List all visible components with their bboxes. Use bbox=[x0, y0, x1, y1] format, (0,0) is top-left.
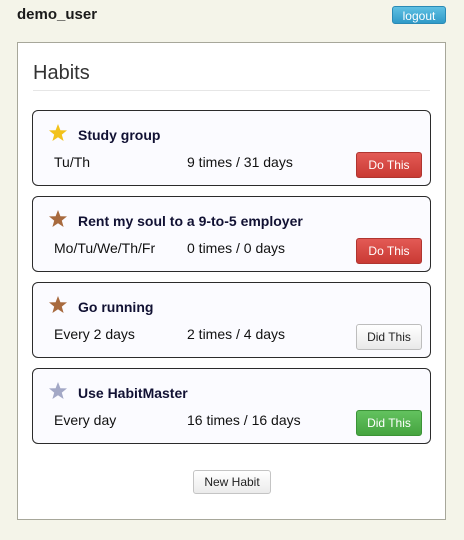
habits-panel: Habits Study group Tu/Th 9 times / 31 da… bbox=[17, 42, 446, 520]
habit-card: Go running Every 2 days 2 times / 4 days… bbox=[32, 282, 431, 358]
star-icon bbox=[48, 381, 68, 401]
habit-stats: 9 times / 31 days bbox=[187, 154, 293, 170]
logout-button[interactable]: logout bbox=[392, 6, 446, 24]
habit-schedule: Every day bbox=[54, 412, 117, 428]
habit-schedule: Every 2 days bbox=[54, 326, 135, 342]
top-bar: demo_user logout bbox=[0, 0, 464, 32]
habit-stats: 16 times / 16 days bbox=[187, 412, 301, 428]
page-title: Habits bbox=[33, 62, 90, 84]
habit-name: Study group bbox=[78, 127, 161, 143]
habit-card: Use HabitMaster Every day 16 times / 16 … bbox=[32, 368, 431, 444]
habit-stats: 2 times / 4 days bbox=[187, 326, 286, 342]
did-this-button[interactable]: Did This bbox=[356, 324, 422, 350]
habit-card: Study group Tu/Th 9 times / 31 days Do T… bbox=[32, 110, 431, 186]
habit-schedule: Tu/Th bbox=[54, 154, 91, 170]
new-habit-button[interactable]: New Habit bbox=[193, 470, 271, 494]
habit-card: Rent my soul to a 9-to-5 employer Mo/Tu/… bbox=[32, 196, 431, 272]
habit-schedule: Mo/Tu/We/Th/Fr bbox=[54, 240, 156, 256]
do-this-button[interactable]: Do This bbox=[356, 152, 422, 178]
habit-name: Rent my soul to a 9-to-5 employer bbox=[78, 213, 303, 229]
habit-name: Use HabitMaster bbox=[78, 385, 188, 401]
star-icon bbox=[48, 123, 68, 143]
did-this-button[interactable]: Did This bbox=[356, 410, 422, 436]
star-icon bbox=[48, 295, 68, 315]
star-icon bbox=[48, 209, 68, 229]
do-this-button[interactable]: Do This bbox=[356, 238, 422, 264]
habit-stats: 0 times / 0 days bbox=[187, 240, 286, 256]
username: demo_user bbox=[17, 6, 98, 23]
title-divider bbox=[33, 90, 430, 91]
habit-name: Go running bbox=[78, 299, 154, 315]
